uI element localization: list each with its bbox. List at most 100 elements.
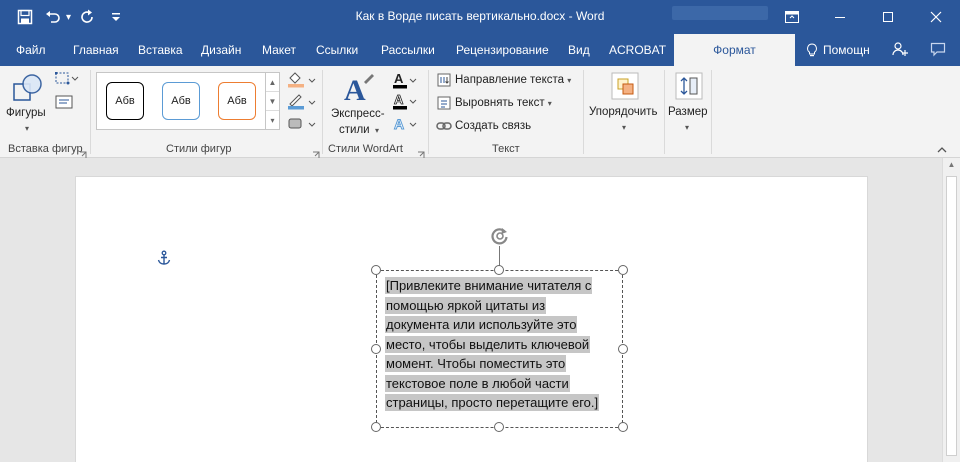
shape-style-black[interactable]: Абв: [106, 82, 144, 120]
text-line: помощью яркой цитаты из: [385, 296, 547, 314]
text-line: текстовое поле в любой части: [385, 374, 570, 392]
shape-fill-icon[interactable]: [287, 72, 317, 88]
resize-handle-bottom-right[interactable]: [618, 422, 628, 432]
text-line: момент. Чтобы поместить это: [385, 355, 567, 372]
arrange-dropdown-icon[interactable]: ▾: [622, 123, 626, 132]
tab-home[interactable]: Главная: [73, 34, 119, 66]
text-line: место, чтобы выделить ключевой: [385, 335, 591, 353]
edit-shape-icon[interactable]: [55, 72, 79, 86]
size-button-label[interactable]: Размер: [668, 106, 708, 118]
tab-format[interactable]: Формат: [674, 34, 795, 66]
dialog-launcher-icon[interactable]: [312, 146, 320, 158]
shapes-icon[interactable]: [10, 72, 46, 104]
tab-file[interactable]: Файл: [16, 34, 46, 66]
text-box-content[interactable]: [Привлеките внимание читателя с помощью …: [385, 276, 617, 413]
dialog-launcher-icon[interactable]: [79, 146, 87, 158]
align-text-button[interactable]: Выровнять текст ▾: [455, 97, 552, 109]
tab-layout[interactable]: Макет: [262, 34, 296, 66]
size-dropdown-icon[interactable]: ▾: [685, 123, 689, 132]
close-icon[interactable]: [912, 0, 960, 34]
create-link-button[interactable]: Создать связь: [455, 120, 531, 132]
express-styles-label-1[interactable]: Экспресс-: [331, 108, 385, 120]
scroll-up-icon[interactable]: ▲: [943, 160, 960, 174]
document-background: [0, 158, 942, 162]
arrange-button-label[interactable]: Упорядочить: [589, 106, 657, 118]
link-icon: [436, 122, 452, 130]
text-effects-icon[interactable]: A: [392, 116, 418, 134]
separator: [428, 70, 429, 154]
group-label-insert-shapes: Вставка фигур: [8, 143, 83, 155]
align-text-icon: [437, 96, 451, 110]
text-fill-icon[interactable]: A: [392, 72, 418, 90]
express-styles-label-2[interactable]: стили: [339, 124, 370, 136]
window-controls: [768, 0, 960, 34]
tab-references[interactable]: Ссылки: [316, 34, 358, 66]
shape-styles-gallery: Абв Абв Абв: [96, 72, 266, 130]
resize-handle-top[interactable]: [494, 265, 504, 275]
tab-mailings[interactable]: Рассылки: [381, 34, 435, 66]
rotate-handle-icon[interactable]: [490, 226, 510, 246]
tell-me-box[interactable]: Помощн: [806, 34, 870, 66]
text-direction-button[interactable]: Направление текста ▾: [455, 74, 571, 86]
tell-me-label: Помощн: [823, 43, 870, 57]
chevron-down-icon: ▾: [547, 99, 552, 108]
group-label-shape-styles: Стили фигур: [166, 143, 232, 155]
resize-handle-left[interactable]: [371, 344, 381, 354]
ribbon-display-options-icon[interactable]: [768, 0, 816, 34]
wordart-quick-styles-icon[interactable]: A: [340, 72, 376, 104]
tab-design[interactable]: Дизайн: [201, 34, 241, 66]
express-styles-dropdown-icon[interactable]: ▾: [375, 126, 379, 135]
tab-acrobat[interactable]: ACROBAT: [609, 34, 666, 66]
size-icon[interactable]: [675, 72, 703, 100]
scroll-thumb[interactable]: [946, 176, 957, 456]
resize-handle-top-left[interactable]: [371, 265, 381, 275]
text-line: [Привлеките внимание читателя с: [385, 277, 593, 294]
separator: [90, 70, 91, 154]
svg-text:A: A: [394, 116, 404, 132]
shape-style-orange[interactable]: Абв: [218, 82, 256, 120]
shape-style-blue[interactable]: Абв: [162, 82, 200, 120]
anchor-icon[interactable]: [156, 250, 172, 266]
group-label-text: Текст: [492, 143, 520, 155]
lightbulb-icon: [807, 43, 817, 57]
tab-view[interactable]: Вид: [568, 34, 590, 66]
svg-text:A: A: [394, 72, 404, 86]
shape-outline-icon[interactable]: [287, 94, 317, 110]
svg-text:A: A: [394, 93, 404, 107]
chevron-down-icon: ▾: [567, 76, 572, 85]
gallery-down-icon[interactable]: ▼: [266, 92, 279, 111]
dialog-launcher-icon[interactable]: [417, 146, 425, 158]
resize-handle-top-right[interactable]: [618, 265, 628, 275]
gallery-up-icon[interactable]: ▲: [266, 73, 279, 92]
title-bar: ▾ Как в Ворде писать вертикально.docx - …: [0, 0, 960, 34]
gallery-scroll: ▲ ▼ ▾: [266, 72, 280, 130]
text-outline-icon[interactable]: A: [392, 93, 418, 111]
minimize-icon[interactable]: [816, 0, 864, 34]
shape-effects-icon[interactable]: [287, 116, 317, 132]
collapse-ribbon-icon[interactable]: [936, 146, 948, 154]
text-line: страницы, просто перетащите его.]: [385, 394, 600, 411]
comments-icon[interactable]: [930, 41, 946, 57]
share-icon[interactable]: [892, 41, 908, 57]
maximize-icon[interactable]: [864, 0, 912, 34]
separator: [322, 70, 323, 154]
resize-handle-right[interactable]: [618, 344, 628, 354]
tab-review[interactable]: Рецензирование: [456, 34, 549, 66]
ribbon-tabs: Файл Главная Вставка Дизайн Макет Ссылки…: [0, 34, 960, 66]
text-direction-icon: [437, 73, 451, 87]
svg-text:A: A: [344, 74, 366, 104]
vertical-scrollbar[interactable]: ▲: [942, 158, 960, 462]
tab-insert[interactable]: Вставка: [138, 34, 183, 66]
resize-handle-bottom-left[interactable]: [371, 422, 381, 432]
group-label-wordart: Стили WordArt: [328, 143, 403, 155]
shapes-dropdown-icon[interactable]: ▾: [25, 124, 29, 133]
ribbon: Фигуры ▾ Вставка фигур Абв Абв Абв ▲ ▼ ▾…: [0, 66, 960, 158]
separator: [583, 70, 584, 154]
draw-text-box-icon[interactable]: [55, 95, 73, 109]
text-line: документа или используйте это: [385, 316, 578, 333]
arrange-icon[interactable]: [611, 72, 639, 100]
resize-handle-bottom[interactable]: [494, 422, 504, 432]
shapes-button-label[interactable]: Фигуры: [6, 107, 46, 119]
gallery-more-icon[interactable]: ▾: [266, 111, 279, 130]
separator: [711, 70, 712, 154]
